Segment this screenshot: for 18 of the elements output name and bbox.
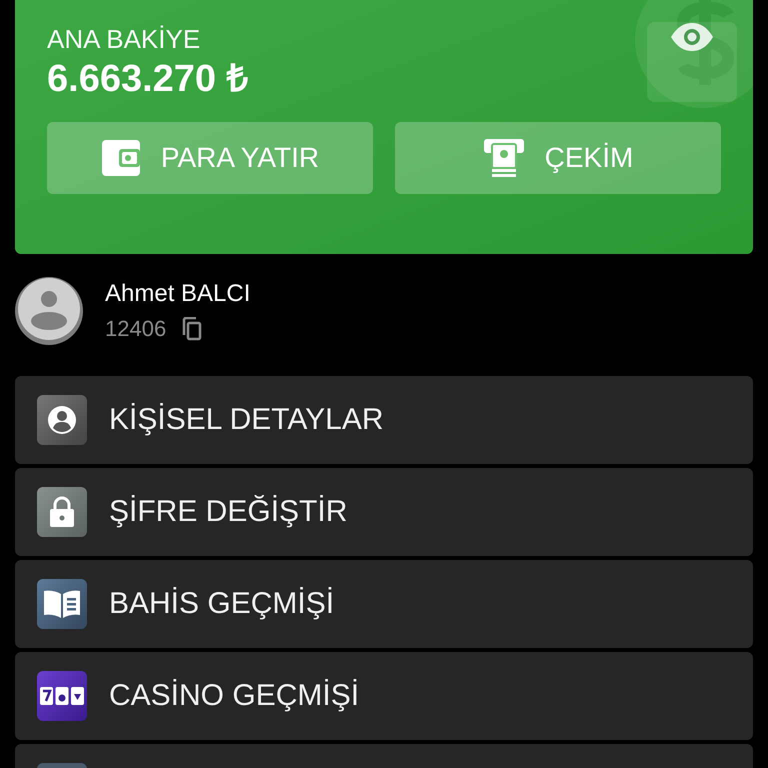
menu-item[interactable]: ŞİFRE DEĞİŞTİR: [15, 468, 753, 556]
user-id: 12406: [105, 316, 166, 342]
avatar-icon: [15, 277, 83, 345]
user-icon: [47, 405, 77, 435]
menu-item[interactable]: CASİNO GEÇMİŞİ: [15, 652, 753, 740]
slot-machine-icon: [40, 687, 84, 705]
cash-machine-icon: [482, 138, 525, 178]
balance-label: ANA BAKİYE: [47, 24, 200, 54]
balance-amount: 6.663.270 ₺: [47, 57, 249, 102]
menu-item[interactable]: KİŞİSEL DETAYLAR: [15, 376, 753, 464]
wallet-icon: [100, 139, 141, 177]
menu-item[interactable]: BAHİS GEÇMİŞİ: [15, 560, 753, 648]
user-name: Ahmet BALCI: [105, 280, 250, 308]
book-icon: [43, 589, 81, 619]
lock-icon: [49, 496, 75, 528]
copy-icon[interactable]: [180, 317, 202, 341]
visibility-toggle[interactable]: [647, 22, 737, 102]
eye-icon: [669, 22, 715, 52]
